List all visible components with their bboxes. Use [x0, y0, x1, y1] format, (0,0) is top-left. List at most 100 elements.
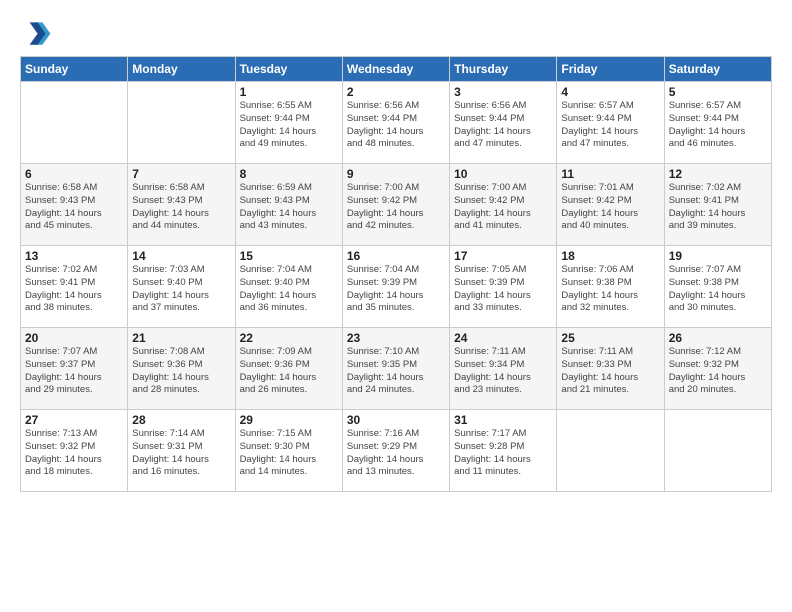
header — [20, 16, 772, 48]
logo — [20, 16, 56, 48]
day-number: 8 — [240, 167, 338, 181]
day-number: 14 — [132, 249, 230, 263]
day-number: 23 — [347, 331, 445, 345]
day-number: 29 — [240, 413, 338, 427]
day-cell: 9Sunrise: 7:00 AM Sunset: 9:42 PM Daylig… — [342, 164, 449, 246]
day-cell: 16Sunrise: 7:04 AM Sunset: 9:39 PM Dayli… — [342, 246, 449, 328]
header-monday: Monday — [128, 57, 235, 82]
day-info: Sunrise: 6:59 AM Sunset: 9:43 PM Dayligh… — [240, 182, 338, 233]
day-cell — [557, 410, 664, 492]
day-info: Sunrise: 7:07 AM Sunset: 9:37 PM Dayligh… — [25, 346, 123, 397]
day-cell: 31Sunrise: 7:17 AM Sunset: 9:28 PM Dayli… — [450, 410, 557, 492]
day-info: Sunrise: 7:17 AM Sunset: 9:28 PM Dayligh… — [454, 428, 552, 479]
day-info: Sunrise: 7:00 AM Sunset: 9:42 PM Dayligh… — [454, 182, 552, 233]
day-info: Sunrise: 7:11 AM Sunset: 9:33 PM Dayligh… — [561, 346, 659, 397]
day-info: Sunrise: 7:16 AM Sunset: 9:29 PM Dayligh… — [347, 428, 445, 479]
day-info: Sunrise: 6:55 AM Sunset: 9:44 PM Dayligh… — [240, 100, 338, 151]
day-cell: 20Sunrise: 7:07 AM Sunset: 9:37 PM Dayli… — [21, 328, 128, 410]
day-info: Sunrise: 7:02 AM Sunset: 9:41 PM Dayligh… — [669, 182, 767, 233]
day-number: 26 — [669, 331, 767, 345]
day-number: 16 — [347, 249, 445, 263]
day-cell: 19Sunrise: 7:07 AM Sunset: 9:38 PM Dayli… — [664, 246, 771, 328]
day-number: 20 — [25, 331, 123, 345]
header-thursday: Thursday — [450, 57, 557, 82]
day-info: Sunrise: 7:00 AM Sunset: 9:42 PM Dayligh… — [347, 182, 445, 233]
header-friday: Friday — [557, 57, 664, 82]
day-info: Sunrise: 7:09 AM Sunset: 9:36 PM Dayligh… — [240, 346, 338, 397]
day-number: 4 — [561, 85, 659, 99]
day-number: 3 — [454, 85, 552, 99]
day-cell: 7Sunrise: 6:58 AM Sunset: 9:43 PM Daylig… — [128, 164, 235, 246]
day-number: 5 — [669, 85, 767, 99]
day-number: 31 — [454, 413, 552, 427]
day-info: Sunrise: 7:04 AM Sunset: 9:40 PM Dayligh… — [240, 264, 338, 315]
page: SundayMondayTuesdayWednesdayThursdayFrid… — [0, 0, 792, 612]
week-row-2: 13Sunrise: 7:02 AM Sunset: 9:41 PM Dayli… — [21, 246, 772, 328]
day-number: 30 — [347, 413, 445, 427]
day-info: Sunrise: 6:56 AM Sunset: 9:44 PM Dayligh… — [454, 100, 552, 151]
day-number: 18 — [561, 249, 659, 263]
day-number: 25 — [561, 331, 659, 345]
day-cell: 22Sunrise: 7:09 AM Sunset: 9:36 PM Dayli… — [235, 328, 342, 410]
day-number: 19 — [669, 249, 767, 263]
day-cell: 17Sunrise: 7:05 AM Sunset: 9:39 PM Dayli… — [450, 246, 557, 328]
calendar-table: SundayMondayTuesdayWednesdayThursdayFrid… — [20, 56, 772, 492]
day-number: 10 — [454, 167, 552, 181]
day-info: Sunrise: 7:08 AM Sunset: 9:36 PM Dayligh… — [132, 346, 230, 397]
day-info: Sunrise: 7:02 AM Sunset: 9:41 PM Dayligh… — [25, 264, 123, 315]
day-cell: 4Sunrise: 6:57 AM Sunset: 9:44 PM Daylig… — [557, 82, 664, 164]
week-row-0: 1Sunrise: 6:55 AM Sunset: 9:44 PM Daylig… — [21, 82, 772, 164]
day-number: 7 — [132, 167, 230, 181]
day-cell: 1Sunrise: 6:55 AM Sunset: 9:44 PM Daylig… — [235, 82, 342, 164]
day-number: 22 — [240, 331, 338, 345]
day-info: Sunrise: 7:14 AM Sunset: 9:31 PM Dayligh… — [132, 428, 230, 479]
day-info: Sunrise: 7:01 AM Sunset: 9:42 PM Dayligh… — [561, 182, 659, 233]
day-info: Sunrise: 6:56 AM Sunset: 9:44 PM Dayligh… — [347, 100, 445, 151]
header-row: SundayMondayTuesdayWednesdayThursdayFrid… — [21, 57, 772, 82]
day-cell: 3Sunrise: 6:56 AM Sunset: 9:44 PM Daylig… — [450, 82, 557, 164]
day-cell: 5Sunrise: 6:57 AM Sunset: 9:44 PM Daylig… — [664, 82, 771, 164]
day-info: Sunrise: 6:58 AM Sunset: 9:43 PM Dayligh… — [25, 182, 123, 233]
day-cell: 13Sunrise: 7:02 AM Sunset: 9:41 PM Dayli… — [21, 246, 128, 328]
day-cell — [128, 82, 235, 164]
day-info: Sunrise: 6:58 AM Sunset: 9:43 PM Dayligh… — [132, 182, 230, 233]
day-cell — [664, 410, 771, 492]
day-info: Sunrise: 7:10 AM Sunset: 9:35 PM Dayligh… — [347, 346, 445, 397]
week-row-3: 20Sunrise: 7:07 AM Sunset: 9:37 PM Dayli… — [21, 328, 772, 410]
day-cell: 15Sunrise: 7:04 AM Sunset: 9:40 PM Dayli… — [235, 246, 342, 328]
day-info: Sunrise: 7:13 AM Sunset: 9:32 PM Dayligh… — [25, 428, 123, 479]
day-cell: 24Sunrise: 7:11 AM Sunset: 9:34 PM Dayli… — [450, 328, 557, 410]
day-number: 28 — [132, 413, 230, 427]
day-cell: 30Sunrise: 7:16 AM Sunset: 9:29 PM Dayli… — [342, 410, 449, 492]
week-row-1: 6Sunrise: 6:58 AM Sunset: 9:43 PM Daylig… — [21, 164, 772, 246]
day-cell: 12Sunrise: 7:02 AM Sunset: 9:41 PM Dayli… — [664, 164, 771, 246]
day-number: 1 — [240, 85, 338, 99]
day-info: Sunrise: 7:04 AM Sunset: 9:39 PM Dayligh… — [347, 264, 445, 315]
day-cell: 29Sunrise: 7:15 AM Sunset: 9:30 PM Dayli… — [235, 410, 342, 492]
day-number: 27 — [25, 413, 123, 427]
day-number: 13 — [25, 249, 123, 263]
day-number: 6 — [25, 167, 123, 181]
day-info: Sunrise: 7:03 AM Sunset: 9:40 PM Dayligh… — [132, 264, 230, 315]
day-cell: 26Sunrise: 7:12 AM Sunset: 9:32 PM Dayli… — [664, 328, 771, 410]
day-number: 12 — [669, 167, 767, 181]
day-cell: 28Sunrise: 7:14 AM Sunset: 9:31 PM Dayli… — [128, 410, 235, 492]
day-cell: 27Sunrise: 7:13 AM Sunset: 9:32 PM Dayli… — [21, 410, 128, 492]
day-cell: 23Sunrise: 7:10 AM Sunset: 9:35 PM Dayli… — [342, 328, 449, 410]
day-cell: 11Sunrise: 7:01 AM Sunset: 9:42 PM Dayli… — [557, 164, 664, 246]
day-info: Sunrise: 7:07 AM Sunset: 9:38 PM Dayligh… — [669, 264, 767, 315]
day-info: Sunrise: 7:12 AM Sunset: 9:32 PM Dayligh… — [669, 346, 767, 397]
day-number: 15 — [240, 249, 338, 263]
day-info: Sunrise: 6:57 AM Sunset: 9:44 PM Dayligh… — [669, 100, 767, 151]
day-number: 11 — [561, 167, 659, 181]
day-cell: 25Sunrise: 7:11 AM Sunset: 9:33 PM Dayli… — [557, 328, 664, 410]
day-info: Sunrise: 6:57 AM Sunset: 9:44 PM Dayligh… — [561, 100, 659, 151]
day-number: 17 — [454, 249, 552, 263]
week-row-4: 27Sunrise: 7:13 AM Sunset: 9:32 PM Dayli… — [21, 410, 772, 492]
header-tuesday: Tuesday — [235, 57, 342, 82]
day-info: Sunrise: 7:11 AM Sunset: 9:34 PM Dayligh… — [454, 346, 552, 397]
header-wednesday: Wednesday — [342, 57, 449, 82]
day-cell — [21, 82, 128, 164]
day-cell: 18Sunrise: 7:06 AM Sunset: 9:38 PM Dayli… — [557, 246, 664, 328]
day-cell: 21Sunrise: 7:08 AM Sunset: 9:36 PM Dayli… — [128, 328, 235, 410]
